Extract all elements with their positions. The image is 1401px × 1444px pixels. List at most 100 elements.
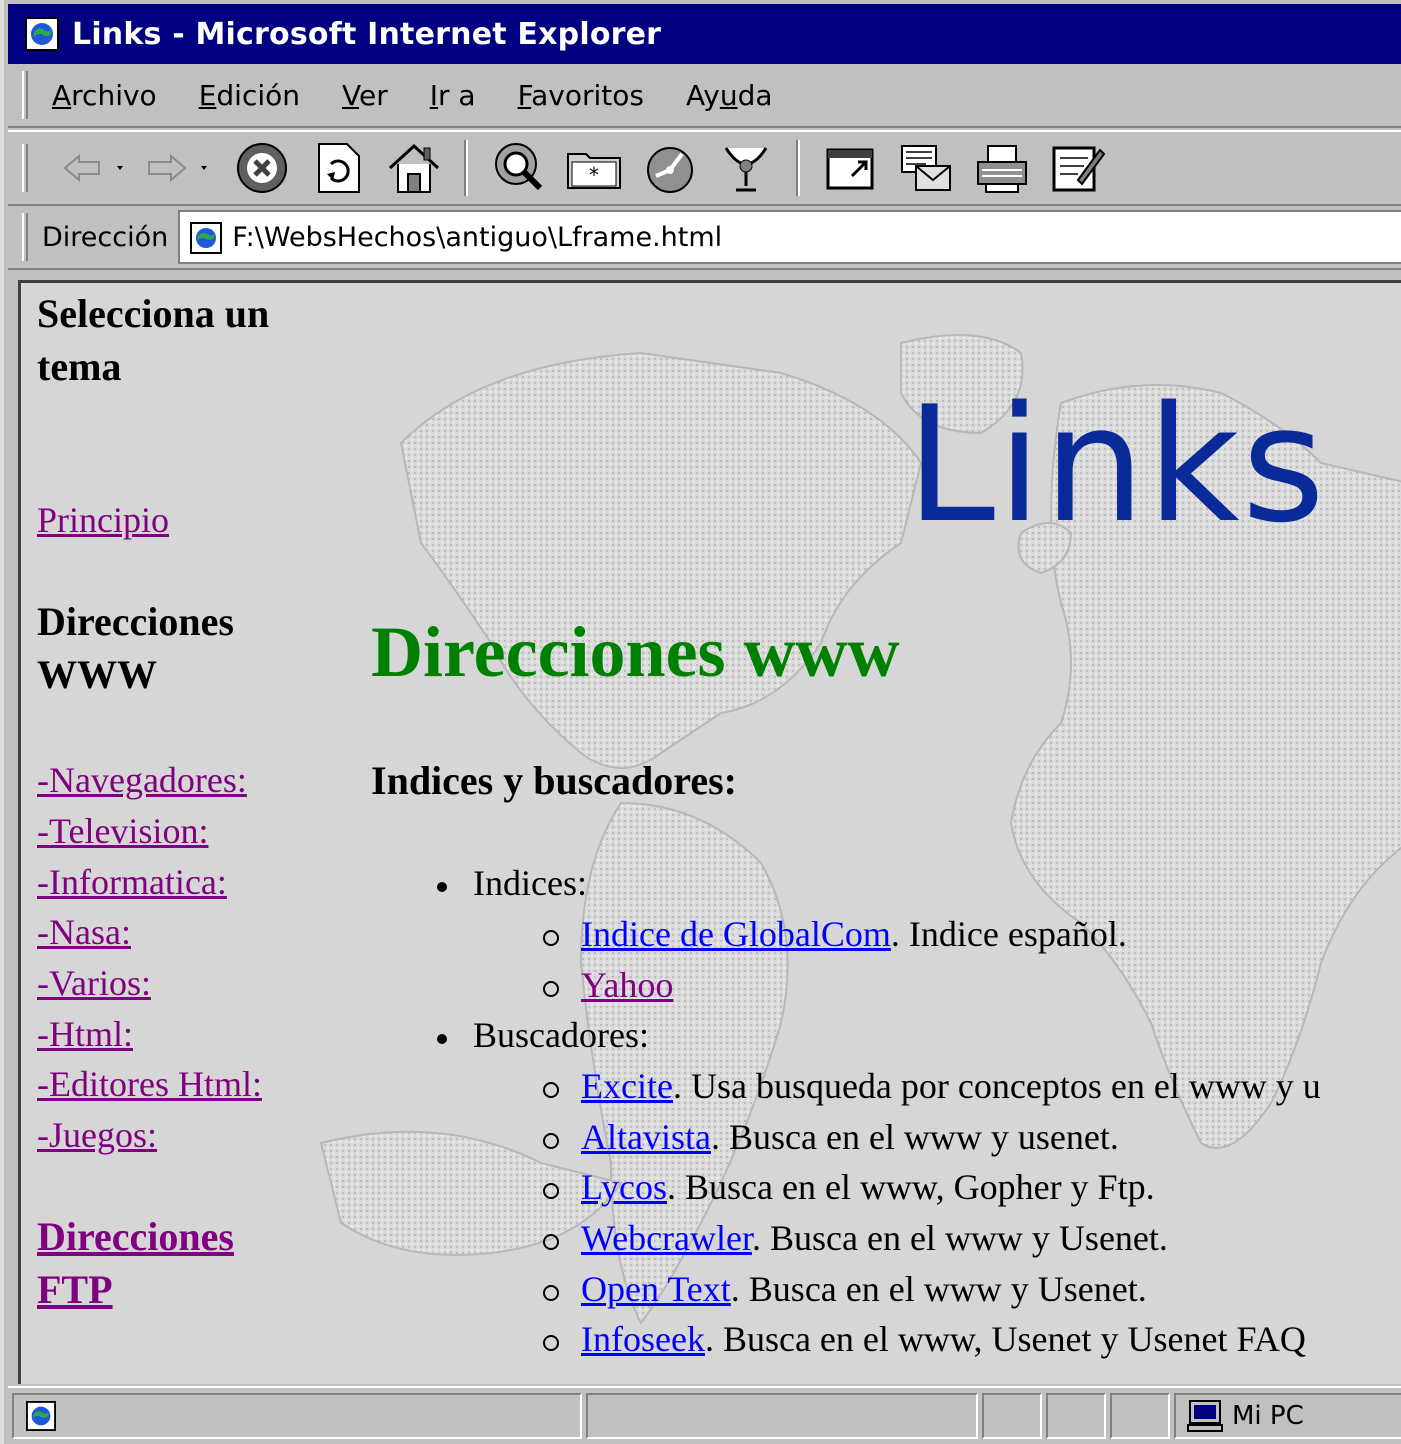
mail-button[interactable] xyxy=(888,136,964,200)
link-globalcom[interactable]: Indice de GlobalCom xyxy=(581,914,891,954)
forward-button[interactable] xyxy=(138,136,224,200)
title-bar[interactable]: Links - Microsoft Internet Explorer xyxy=(8,4,1401,64)
link-lycos[interactable]: Lycos xyxy=(581,1167,667,1207)
link-editores-html[interactable]: -Editores Html: xyxy=(37,1059,262,1110)
link-navegadores[interactable]: -Navegadores: xyxy=(37,755,247,806)
menu-ayuda-pre: Ay xyxy=(685,78,720,112)
item-description: . Busca en el www, Gopher y Ftp. xyxy=(667,1167,1155,1207)
bullet xyxy=(437,881,447,892)
fullscreen-icon xyxy=(826,148,874,190)
link-juegos[interactable]: -Juegos: xyxy=(37,1110,157,1161)
computer-icon xyxy=(1187,1400,1223,1432)
bullet xyxy=(437,1033,447,1044)
menu-ayuda[interactable]: Ayuda xyxy=(686,79,773,112)
ie-page-icon xyxy=(25,17,59,51)
mail-icon xyxy=(901,145,951,191)
fullscreen-button[interactable] xyxy=(812,136,888,200)
menu-favoritos-key: F xyxy=(517,78,532,112)
left-navigation-frame: Selecciona un tema Principio Direcciones… xyxy=(21,283,351,1384)
link-excite[interactable]: Excite xyxy=(581,1066,673,1106)
menu-ir-a[interactable]: Ir a xyxy=(430,79,476,112)
favorites-button[interactable]: * xyxy=(556,136,632,200)
menu-bar: Archivo Edición Ver Ir a Favoritos Ayuda xyxy=(8,64,1401,128)
address-bar: Dirección F:\WebsHechos\antiguo\Lframe.h… xyxy=(8,206,1401,270)
print-button[interactable] xyxy=(964,136,1040,200)
address-grip[interactable] xyxy=(22,213,28,261)
menu-edicion-key: E xyxy=(198,78,217,112)
link-direcciones-ftp[interactable]: Direcciones FTP xyxy=(37,1210,297,1316)
circle-bullet xyxy=(543,1334,559,1351)
menu-ir-a-post: r a xyxy=(438,78,476,112)
search-icon xyxy=(495,143,543,191)
refresh-button[interactable] xyxy=(300,136,376,200)
address-url: F:\WebsHechos\antiguo\Lframe.html xyxy=(232,221,723,253)
menu-edicion-post: dición xyxy=(216,78,300,112)
print-icon xyxy=(977,145,1027,193)
circle-bullet xyxy=(543,980,559,997)
menu-archivo[interactable]: Archivo xyxy=(52,79,157,112)
menu-edicion[interactable]: Edición xyxy=(199,79,300,112)
link-yahoo[interactable]: Yahoo xyxy=(581,965,673,1005)
links-logo: Links xyxy=(906,371,1328,558)
link-nasa[interactable]: -Nasa: xyxy=(37,907,131,958)
circle-bullet xyxy=(543,1132,559,1149)
item-description: . Busca en el www y usenet. xyxy=(710,1117,1119,1157)
page-icon xyxy=(190,222,223,254)
menu-archivo-key: A xyxy=(52,78,72,112)
link-informatica[interactable]: -Informatica: xyxy=(37,857,227,908)
page-status-icon xyxy=(26,1401,56,1431)
browser-window: Links - Microsoft Internet Explorer Arch… xyxy=(0,0,1401,1444)
menu-grip[interactable] xyxy=(22,71,28,119)
link-html[interactable]: -Html: xyxy=(37,1009,133,1060)
forward-icon xyxy=(148,153,207,183)
link-webcrawler[interactable]: Webcrawler xyxy=(581,1218,752,1258)
item-description: . Usa busqueda por conceptos en el www y… xyxy=(672,1066,1321,1106)
circle-bullet xyxy=(543,1284,559,1301)
list-item: Lycos. Busca en el www, Gopher y Ftp. xyxy=(543,1162,1155,1213)
edit-icon xyxy=(1052,146,1106,192)
content-area: Selecciona un tema Principio Direcciones… xyxy=(18,280,1401,1384)
window-title: Links - Microsoft Internet Explorer xyxy=(72,16,662,52)
channels-icon xyxy=(724,147,768,192)
toolbar-grip[interactable] xyxy=(22,144,28,192)
stop-button[interactable] xyxy=(224,136,300,200)
menu-ver[interactable]: Ver xyxy=(342,79,388,112)
menu-ir-a-key: I xyxy=(429,78,438,112)
menu-favoritos-post: avoritos xyxy=(531,78,644,112)
list-item: Infoseek. Busca en el www, Usenet y Usen… xyxy=(543,1314,1306,1365)
edit-button[interactable] xyxy=(1040,136,1116,200)
item-description: . Busca en el www y Usenet. xyxy=(730,1269,1147,1309)
search-button[interactable] xyxy=(480,136,556,200)
list-item: Webcrawler. Busca en el www y Usenet. xyxy=(543,1213,1168,1264)
link-altavista[interactable]: Altavista xyxy=(581,1117,711,1157)
status-progress-pane xyxy=(586,1393,978,1439)
menu-favoritos[interactable]: Favoritos xyxy=(518,79,644,112)
toolbar-separator xyxy=(464,140,468,196)
refresh-icon xyxy=(318,143,360,193)
status-zone-pane: Mi PC xyxy=(1174,1393,1401,1439)
link-principio[interactable]: Principio xyxy=(37,495,169,546)
history-button[interactable] xyxy=(632,136,708,200)
status-pane xyxy=(1046,1393,1106,1439)
stop-icon xyxy=(237,143,287,193)
circle-bullet xyxy=(543,929,559,946)
list-item-indices: Indices: xyxy=(437,858,587,909)
buscadores-label: Buscadores: xyxy=(473,1015,649,1055)
back-icon xyxy=(63,153,123,183)
channels-button[interactable] xyxy=(708,136,784,200)
home-icon xyxy=(388,143,440,193)
link-open-text[interactable]: Open Text xyxy=(581,1269,731,1309)
status-message-pane xyxy=(12,1393,582,1439)
address-input[interactable]: F:\WebsHechos\antiguo\Lframe.html xyxy=(178,210,1401,264)
www-heading: Direcciones WWW xyxy=(37,599,234,697)
link-varios[interactable]: -Varios: xyxy=(37,958,151,1009)
link-television[interactable]: -Television: xyxy=(37,806,208,857)
back-button[interactable] xyxy=(52,136,138,200)
circle-bullet xyxy=(543,1081,559,1098)
list-item-buscadores: Buscadores: xyxy=(437,1010,649,1061)
home-button[interactable] xyxy=(376,136,452,200)
zone-label: Mi PC xyxy=(1232,1401,1304,1431)
link-infoseek[interactable]: Infoseek xyxy=(581,1319,705,1359)
menu-ayuda-post: da xyxy=(737,78,773,112)
address-label: Dirección xyxy=(42,221,169,253)
